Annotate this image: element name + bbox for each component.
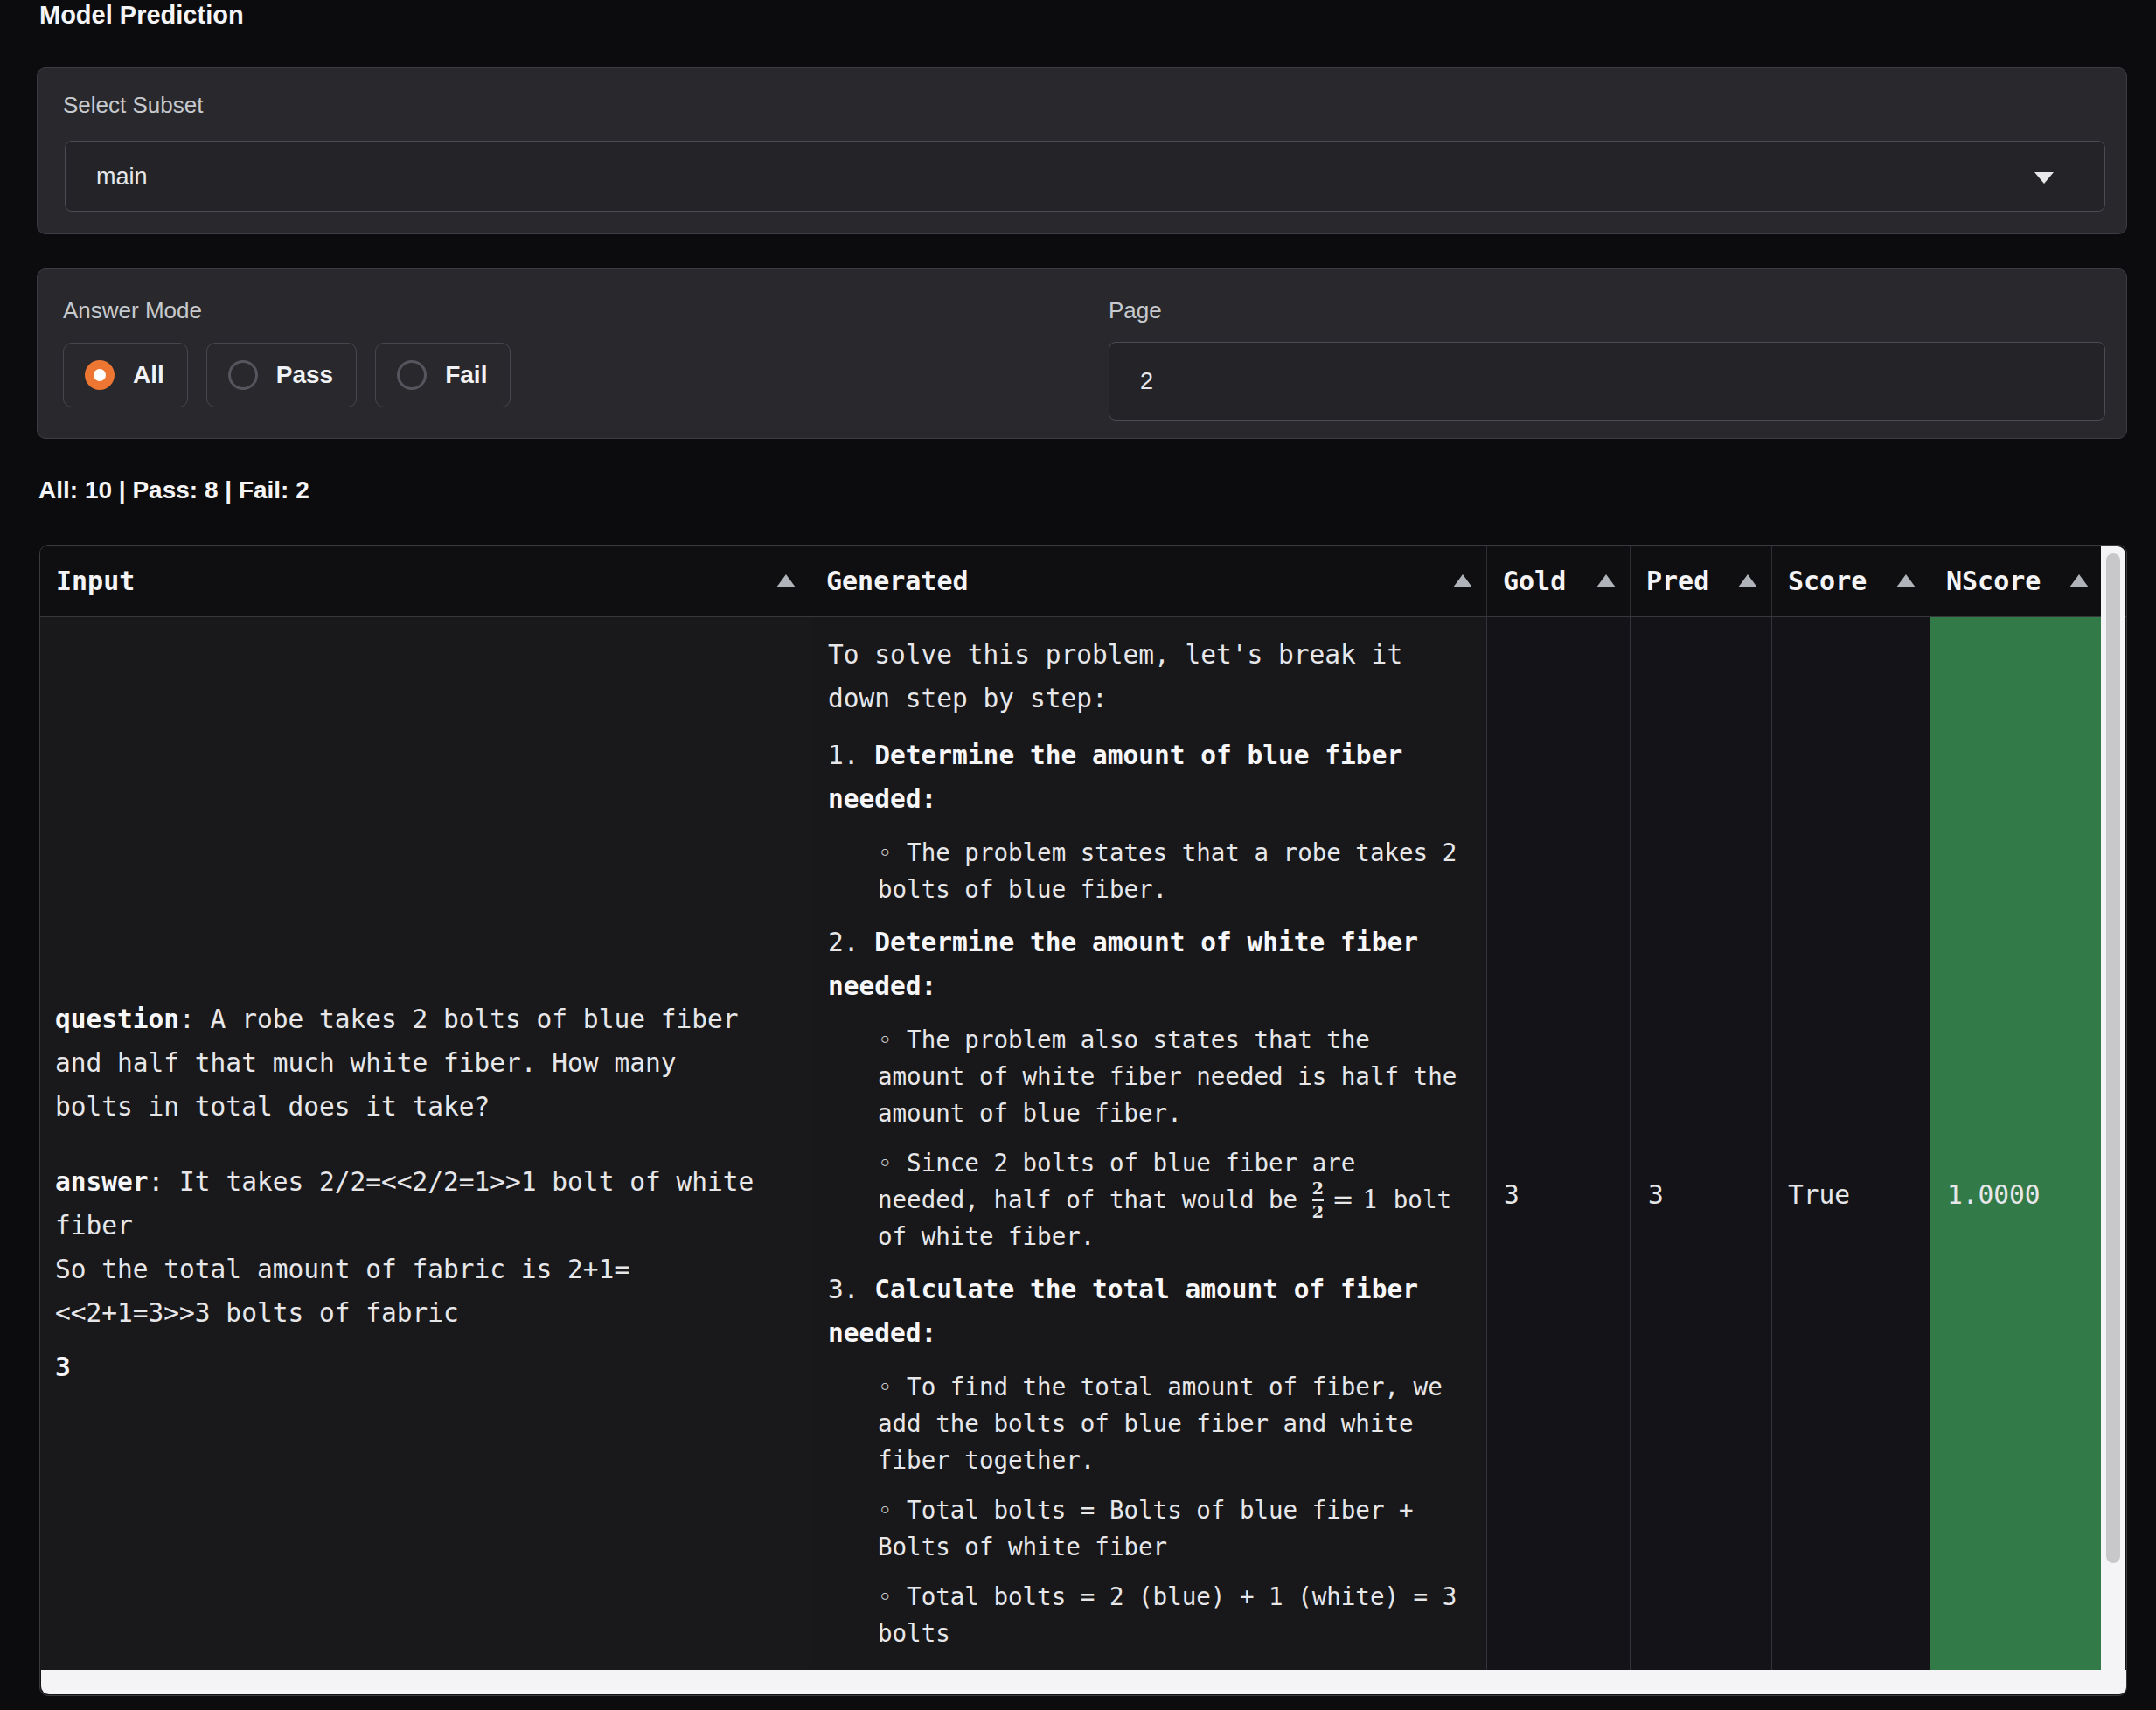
cell-gold[interactable]: 3 [1486,617,1630,1671]
stats-line: All: 10 | Pass: 8 | Fail: 2 [38,476,309,504]
radio-selected-icon [85,360,115,390]
vertical-scrollbar-thumb[interactable] [2106,553,2120,1563]
sort-asc-icon[interactable] [1738,574,1757,587]
cell-input[interactable]: question: A robe takes 2 bolts of blue f… [40,617,810,1671]
sort-asc-icon[interactable] [2069,574,2089,587]
page-value: 2 [1140,368,1153,395]
sort-asc-icon[interactable] [776,574,796,587]
col-header-score[interactable]: Score [1771,546,1930,616]
model-prediction-page: Model Prediction Select Subset main Answ… [0,0,2156,1710]
subset-dropdown[interactable]: main [65,141,2105,212]
col-header-nscore[interactable]: NScore [1930,546,2103,616]
table-row: question: A robe takes 2 bolts of blue f… [40,617,2126,1671]
results-table: Input Generated Gold Pred Score NScore q… [39,545,2127,1696]
radio-pass[interactable]: Pass [206,343,357,407]
sort-asc-icon[interactable] [1453,574,1472,587]
page-title: Model Prediction [39,1,244,30]
col-header-input[interactable]: Input [40,546,810,616]
sort-asc-icon[interactable] [1896,574,1916,587]
page-label: Page [1109,297,1162,324]
radio-all[interactable]: All [63,343,188,407]
col-header-gold[interactable]: Gold [1486,546,1630,616]
horizontal-scrollbar-track[interactable] [41,1670,2127,1694]
answer-mode-label: Answer Mode [63,297,202,324]
subset-value: main [96,163,148,190]
chevron-down-icon [2034,172,2054,184]
sort-asc-icon[interactable] [1596,574,1616,587]
cell-generated[interactable]: To solve this problem, let's break it do… [810,617,1486,1671]
cell-nscore[interactable]: 1.0000 [1930,617,2103,1671]
controls-panel: Answer Mode All Pass Fail Page 2 [37,268,2127,439]
radio-unselected-icon [228,360,258,390]
col-header-pred[interactable]: Pred [1630,546,1771,616]
page-input[interactable]: 2 [1109,342,2105,421]
radio-unselected-icon [397,360,427,390]
vertical-scrollbar-track[interactable] [2101,546,2125,1672]
cell-score[interactable]: True [1771,617,1930,1671]
subset-panel: Select Subset main [37,67,2127,234]
table-header: Input Generated Gold Pred Score NScore [40,546,2126,617]
radio-fail[interactable]: Fail [375,343,511,407]
subset-label: Select Subset [63,92,203,119]
col-header-generated[interactable]: Generated [810,546,1486,616]
cell-pred[interactable]: 3 [1630,617,1771,1671]
answer-mode-radio-group: All Pass Fail [63,343,511,407]
